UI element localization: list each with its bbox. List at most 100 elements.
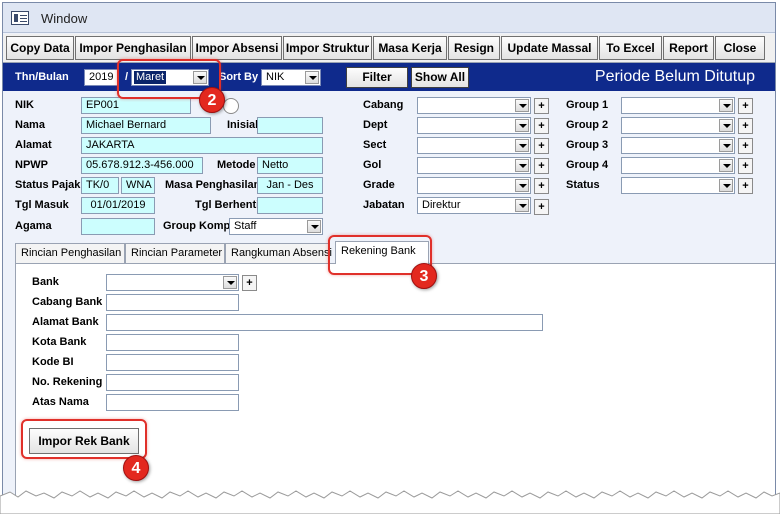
atas-nama-field[interactable] [106,394,239,411]
chevron-down-icon[interactable] [515,119,529,132]
alamat-label: Alamat [15,139,52,151]
add-group1-button[interactable]: + [738,98,753,114]
add-bank-button[interactable]: + [242,275,257,291]
atas-nama-label: Atas Nama [32,396,89,408]
add-sect-button[interactable]: + [534,138,549,154]
masa-penghasilan-field[interactable]: Jan - Des [257,177,323,194]
resign-button[interactable]: Resign [448,36,500,60]
impor-absensi-button[interactable]: Impor Absensi [192,36,282,60]
chevron-down-icon[interactable] [719,179,733,192]
app-window: Window Copy Data Impor Penghasilan Impor… [2,2,776,502]
chevron-down-icon[interactable] [515,199,529,212]
chevron-down-icon[interactable] [719,159,733,172]
add-cabang-button[interactable]: + [534,98,549,114]
tab-rincian-parameter[interactable]: Rincian Parameter [125,243,225,263]
kota-bank-label: Kota Bank [32,336,87,348]
impor-penghasilan-button[interactable]: Impor Penghasilan [75,36,191,60]
impor-struktur-button[interactable]: Impor Struktur [283,36,372,60]
dept-select[interactable] [417,117,531,134]
tgl-berhenti-field[interactable] [257,197,323,214]
group1-select[interactable] [621,97,735,114]
chevron-down-icon[interactable] [515,99,529,112]
gol-select[interactable] [417,157,531,174]
show-all-button[interactable]: Show All [411,67,469,88]
jabatan-label: Jabatan [363,199,405,211]
metode-field[interactable]: Netto [257,157,323,174]
callout-badge-4: 4 [123,455,149,481]
copy-data-button[interactable]: Copy Data [6,36,74,60]
group4-select[interactable] [621,157,735,174]
sort-by-select[interactable]: NIK [261,69,321,86]
agama-field[interactable] [81,218,155,235]
gol-label: Gol [363,159,382,171]
status-select[interactable] [621,177,735,194]
jabatan-select[interactable]: Direktur [417,197,531,214]
nama-field[interactable]: Michael Bernard [81,117,211,134]
group2-select[interactable] [621,117,735,134]
add-status-button[interactable]: + [738,178,753,194]
bank-label: Bank [32,276,59,288]
bank-select[interactable] [106,274,239,291]
chevron-down-icon[interactable] [305,71,319,84]
add-group2-button[interactable]: + [738,118,753,134]
group-komp-value: Staff [234,220,257,232]
add-jabatan-button[interactable]: + [534,199,549,215]
chevron-down-icon[interactable] [515,159,529,172]
add-dept-button[interactable]: + [534,118,549,134]
kota-bank-field[interactable] [106,334,239,351]
add-grade-button[interactable]: + [534,178,549,194]
tab-rincian-penghasilan[interactable]: Rincian Penghasilan [15,243,125,263]
toolbar: Copy Data Impor Penghasilan Impor Absens… [3,34,775,63]
update-massal-button[interactable]: Update Massal [501,36,598,60]
chevron-down-icon[interactable] [719,99,733,112]
inisial-label: Inisial [227,119,259,131]
no-rekening-label: No. Rekening [32,376,103,388]
callout-badge-3: 3 [411,263,437,289]
sort-by-value: NIK [266,71,285,83]
inisial-field[interactable] [257,117,323,134]
sort-by-label: Sort By [219,71,259,83]
masa-kerja-button[interactable]: Masa Kerja [373,36,447,60]
sect-label: Sect [363,139,387,151]
sect-select[interactable] [417,137,531,154]
cabang-bank-field[interactable] [106,294,239,311]
to-excel-button[interactable]: To Excel [599,36,662,60]
chevron-down-icon[interactable] [515,139,529,152]
group-komp-select[interactable]: Staff [229,218,323,235]
npwp-field[interactable]: 05.678.912.3-456.000 [81,157,203,174]
grade-select[interactable] [417,177,531,194]
year-input[interactable]: 2019 [84,69,118,86]
group3-select[interactable] [621,137,735,154]
dept-label: Dept [363,119,388,131]
report-button[interactable]: Report [663,36,714,60]
no-rekening-field[interactable] [106,374,239,391]
year-month-label: Thn/Bulan [15,71,69,83]
chevron-down-icon[interactable] [223,276,237,289]
group4-label: Group 4 [566,159,609,171]
period-status-title: Periode Belum Ditutup [594,68,755,85]
chevron-down-icon[interactable] [307,220,321,233]
nik-field[interactable]: EP001 [81,97,191,114]
close-button[interactable]: Close [715,36,765,60]
alamat-bank-field[interactable] [106,314,543,331]
nik-label: NIK [15,99,34,111]
cabang-label: Cabang [363,99,404,111]
chevron-down-icon[interactable] [719,139,733,152]
agama-label: Agama [15,220,52,232]
group-komp-label: Group Komp [163,220,231,232]
alamat-bank-label: Alamat Bank [32,316,99,328]
kode-bi-field[interactable] [106,354,239,371]
add-group3-button[interactable]: + [738,138,753,154]
chevron-down-icon[interactable] [719,119,733,132]
status-pajak-field[interactable]: TK/0 [81,177,119,194]
add-group4-button[interactable]: + [738,158,753,174]
alamat-field[interactable]: JAKARTA [81,137,323,154]
wna-field[interactable]: WNA [121,177,155,194]
add-gol-button[interactable]: + [534,158,549,174]
chevron-down-icon[interactable] [515,179,529,192]
lookup-icon[interactable] [223,98,239,114]
tgl-masuk-field[interactable]: 01/01/2019 [81,197,155,214]
filter-button[interactable]: Filter [346,67,408,88]
cabang-select[interactable] [417,97,531,114]
tab-rangkuman-absensi[interactable]: Rangkuman Absensi [225,243,332,263]
